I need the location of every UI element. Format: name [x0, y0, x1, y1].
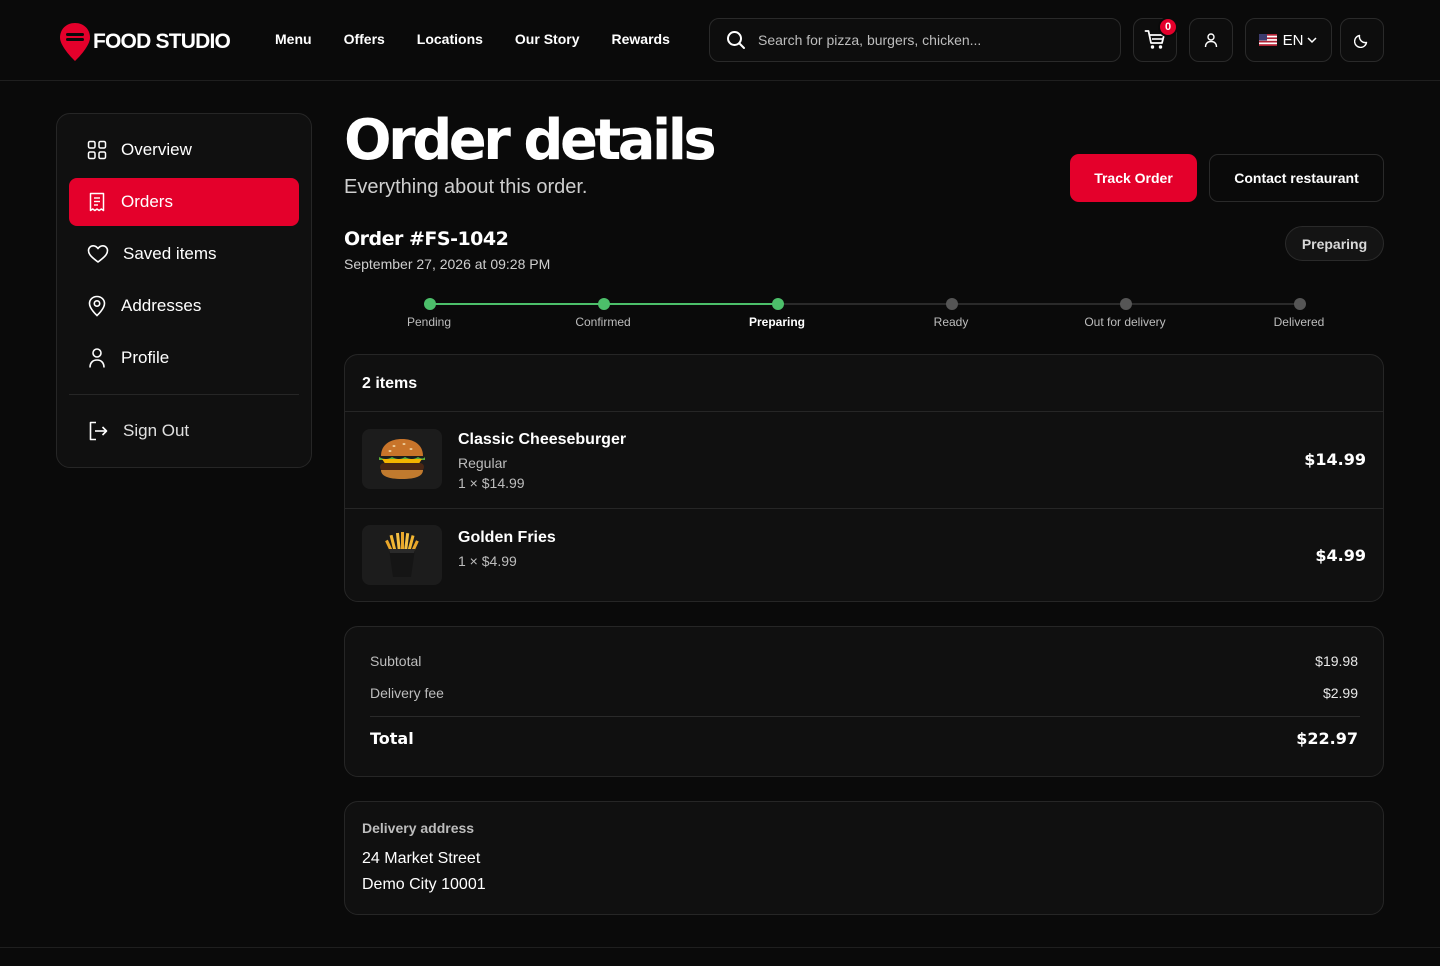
progress-dot	[598, 298, 610, 310]
nav-menu[interactable]: Menu	[275, 31, 312, 47]
us-flag-icon	[1258, 34, 1277, 46]
search-icon	[727, 31, 745, 49]
progress-step-label: Pending	[406, 315, 452, 329]
sidebar-item-label: Profile	[121, 348, 170, 367]
list-item: Classic Cheeseburger Regular 1 × $14.99 …	[345, 412, 1383, 508]
cheeseburger-image	[362, 429, 442, 489]
user-icon	[89, 348, 105, 368]
address-line-1: 24 Market Street	[362, 850, 481, 867]
list-item: Golden Fries 1 × $4.99 $4.99	[345, 509, 1383, 601]
cart-button[interactable]: 0	[1133, 17, 1178, 62]
chevron-down-icon	[1307, 37, 1317, 44]
sidebar-item-profile[interactable]: Profile	[69, 334, 299, 382]
fries-icon	[385, 532, 419, 577]
sidebar-item-orders[interactable]: Orders	[69, 178, 299, 226]
contact-restaurant-button[interactable]: Contact restaurant	[1209, 154, 1384, 202]
order-totals-card: Subtotal $19.98 Delivery fee $2.99 Total…	[344, 626, 1384, 777]
sign-out-label: Sign Out	[123, 421, 190, 440]
sidebar-item-label: Saved items	[123, 244, 217, 263]
progress-step-label: Ready	[933, 315, 969, 329]
progress-dot	[424, 298, 436, 310]
user-icon	[1204, 33, 1218, 48]
order-progress-tracker: Pending Confirmed Preparing Ready Out fo…	[344, 290, 1384, 340]
search-input[interactable]	[758, 32, 1098, 48]
brand-name: FOOD STUDIO	[93, 30, 231, 53]
sign-out-button[interactable]: Sign Out	[69, 407, 299, 455]
progress-step-label: Preparing	[748, 315, 805, 329]
location-pin-logo-icon	[60, 23, 90, 61]
account-sidebar: Overview Orders Saved items Addresses Pr…	[56, 113, 312, 468]
footer-divider	[0, 947, 1440, 948]
order-number: Order #FS-1042	[344, 228, 509, 250]
progress-connector	[604, 303, 774, 305]
items-count: 2 items	[362, 375, 418, 392]
total-value: $22.97	[1296, 729, 1358, 748]
language-selector[interactable]: EN	[1245, 18, 1332, 62]
language-code: EN	[1282, 31, 1304, 49]
sidebar-item-overview[interactable]: Overview	[69, 126, 299, 174]
subtotal-value: $19.98	[1315, 653, 1358, 669]
address-heading: Delivery address	[362, 820, 475, 836]
theme-toggle-button[interactable]	[1340, 18, 1384, 62]
order-items-card: 2 items Classic Cheeseburger Regular 1 ×…	[344, 354, 1384, 602]
progress-connector	[778, 303, 948, 305]
progress-connector	[430, 303, 600, 305]
item-quantity: 1 × $14.99	[458, 475, 525, 491]
sidebar-item-label: Orders	[121, 192, 173, 211]
sign-out-icon	[89, 421, 108, 441]
search-bar	[709, 18, 1121, 62]
item-price: $4.99	[1315, 546, 1366, 565]
progress-dot	[772, 298, 784, 310]
page-subtitle: Everything about this order.	[344, 176, 588, 198]
nav-rewards[interactable]: Rewards	[612, 31, 670, 47]
nav-our-story[interactable]: Our Story	[515, 31, 580, 47]
total-label: Total	[370, 729, 414, 748]
nav-locations[interactable]: Locations	[417, 31, 483, 47]
item-price: $14.99	[1304, 450, 1366, 469]
cart-count-badge: 0	[1158, 17, 1178, 37]
delivery-fee-value: $2.99	[1322, 685, 1358, 701]
subtotal-label: Subtotal	[370, 653, 422, 669]
page-title: Order details	[344, 108, 717, 173]
item-variant: Regular	[458, 455, 508, 471]
progress-step-label: Out for delivery	[1084, 315, 1166, 329]
progress-dot	[1120, 298, 1132, 310]
top-navigation-bar: FOOD STUDIO Menu Offers Locations Our St…	[0, 0, 1440, 81]
sidebar-item-label: Addresses	[121, 296, 202, 315]
progress-connector	[952, 303, 1122, 305]
order-date: September 27, 2026 at 09:28 PM	[344, 256, 551, 272]
delivery-fee-label: Delivery fee	[370, 685, 444, 701]
divider	[370, 716, 1360, 717]
progress-step-label: Delivered	[1273, 315, 1325, 329]
sidebar-divider	[69, 394, 299, 395]
sidebar-item-saved-items[interactable]: Saved items	[69, 230, 299, 278]
brand-logo[interactable]: FOOD STUDIO	[58, 22, 231, 62]
map-pin-icon	[88, 295, 106, 317]
item-quantity: 1 × $4.99	[458, 553, 517, 569]
progress-step-label: Confirmed	[575, 315, 631, 329]
sidebar-item-addresses[interactable]: Addresses	[69, 282, 299, 330]
progress-dot	[1294, 298, 1306, 310]
main-nav: Menu Offers Locations Our Story Rewards	[275, 31, 702, 47]
grid-icon	[87, 140, 107, 160]
account-button[interactable]	[1189, 18, 1233, 62]
delivery-address-card: Delivery address 24 Market Street Demo C…	[344, 801, 1384, 915]
sidebar-item-label: Overview	[121, 140, 192, 159]
progress-connector	[1126, 303, 1296, 305]
item-name: Golden Fries	[458, 529, 556, 546]
item-name: Classic Cheeseburger	[458, 431, 627, 448]
address-line-2: Demo City 10001	[362, 876, 486, 893]
track-order-button[interactable]: Track Order	[1070, 154, 1197, 202]
status-badge: Preparing	[1285, 226, 1384, 261]
heart-icon	[87, 245, 109, 263]
moon-icon	[1354, 34, 1368, 48]
nav-offers[interactable]: Offers	[344, 31, 385, 47]
progress-dot	[946, 298, 958, 310]
receipt-icon	[89, 192, 105, 212]
burger-icon	[379, 439, 425, 479]
fries-image	[362, 525, 442, 585]
